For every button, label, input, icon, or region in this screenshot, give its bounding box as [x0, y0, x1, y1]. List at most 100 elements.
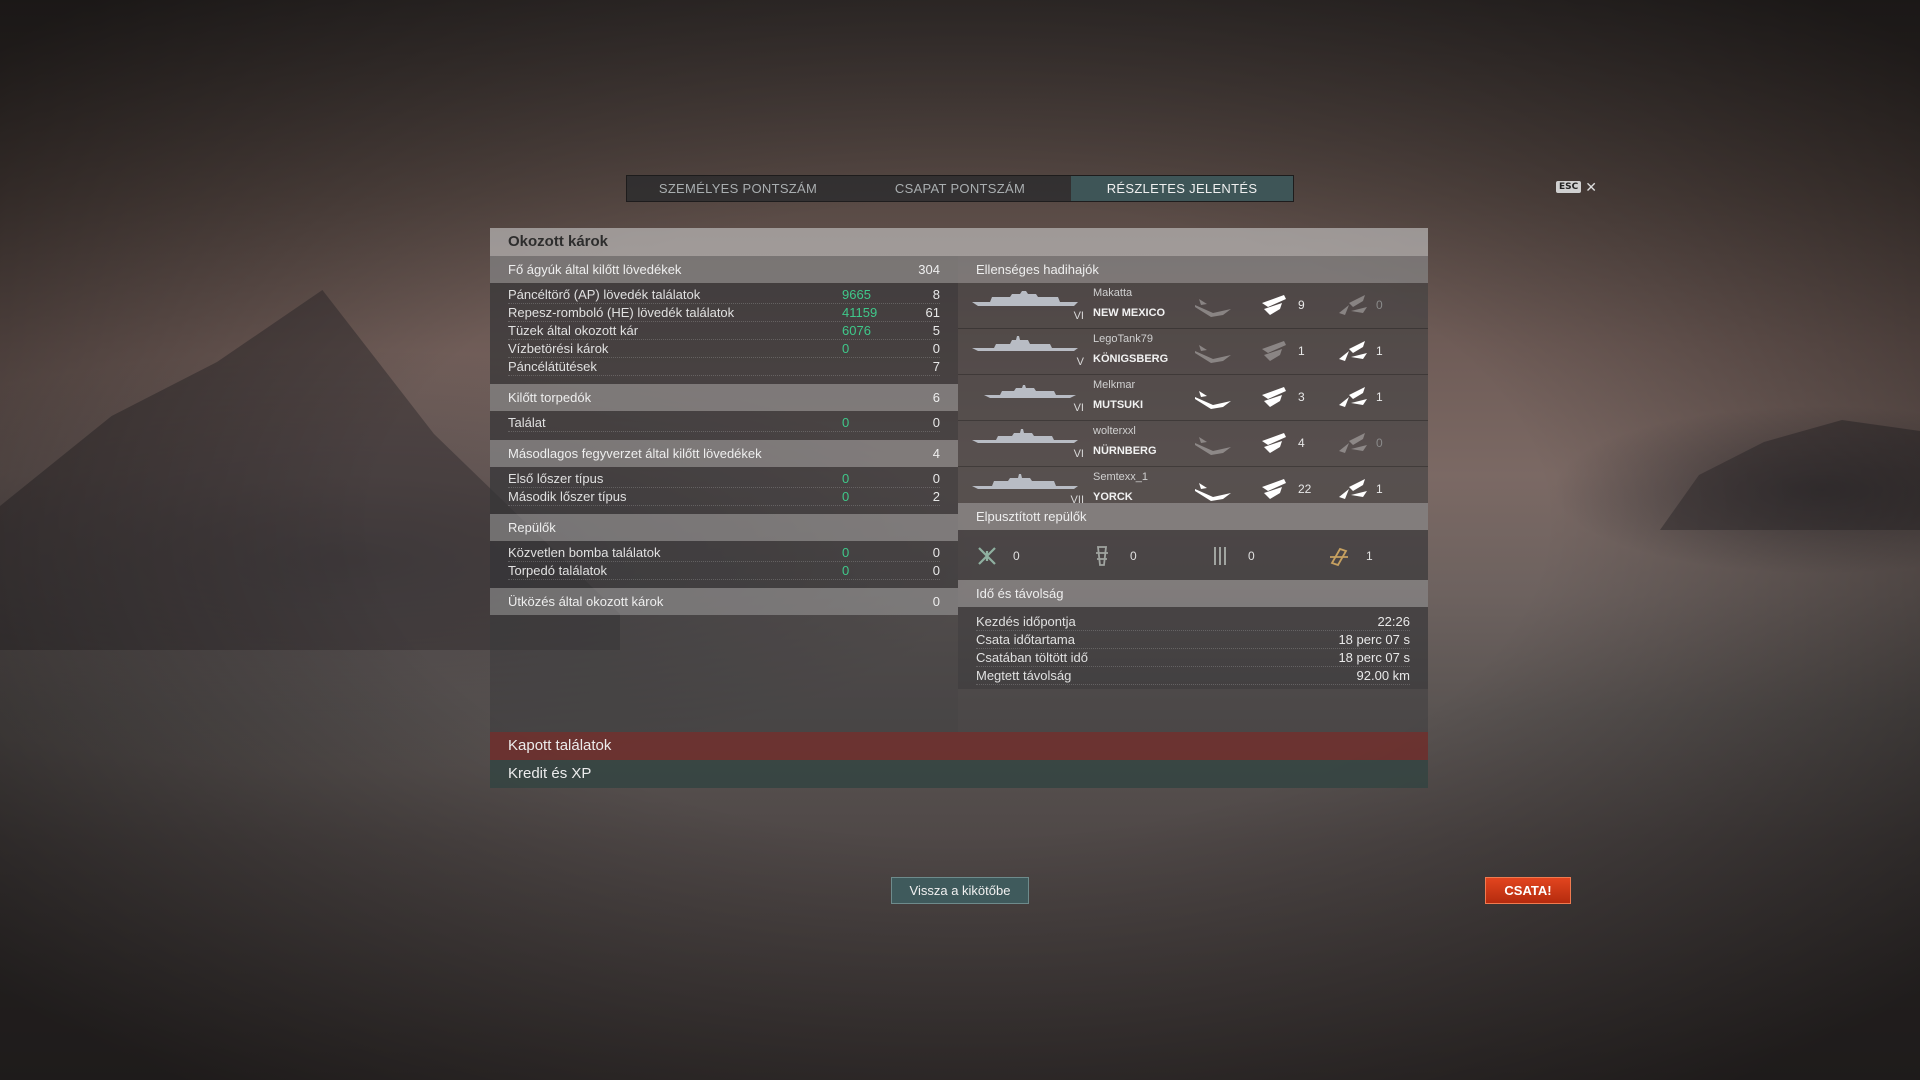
- stat-count: 2: [932, 489, 940, 504]
- ship-name: NÜRNBERG: [1093, 445, 1157, 457]
- time-value: 18 perc 07 s: [1338, 650, 1410, 665]
- time-label: Megtett távolság: [976, 668, 1072, 683]
- cruiser-silhouette-icon: [972, 474, 1078, 489]
- ship-name: KÖNIGSBERG: [1093, 353, 1169, 365]
- esc-key-badge: ESC: [1556, 181, 1582, 193]
- fire-count: 1: [1376, 344, 1383, 358]
- tab-detailed-report[interactable]: RÉSZLETES JELENTÉS: [1071, 176, 1293, 201]
- ship-player-name: wolterxxl: [1093, 425, 1136, 437]
- stat-count: 5: [932, 323, 940, 338]
- tab-personal-score[interactable]: SZEMÉLYES PONTSZÁM: [627, 176, 849, 201]
- fire-ribbon-icon: [1339, 387, 1367, 407]
- hits-ribbon-icon: [1262, 295, 1286, 315]
- ship-tier: VII: [1070, 494, 1084, 503]
- stat-damage: 0: [842, 471, 850, 486]
- fire-ribbon-icon: [1339, 479, 1367, 499]
- ship-tier: VI: [1073, 448, 1084, 460]
- main-guns-header: Fő ágyúk által kilőtt lövedékek 304: [490, 256, 958, 283]
- sunk-ribbon-icon: [1195, 437, 1231, 455]
- close-icon: ✕: [1585, 179, 1597, 195]
- stat-damage: 0: [842, 563, 850, 578]
- return-to-port-button[interactable]: Vissza a kikötőbe: [891, 877, 1029, 904]
- hits-count: 3: [1298, 390, 1305, 404]
- main-guns-count: 304: [918, 262, 940, 277]
- stat-row: Első lőszer típus 0 0: [508, 470, 940, 488]
- stat-row: Páncélátütések 7: [508, 358, 940, 376]
- stat-label: Első lőszer típus: [508, 471, 604, 486]
- enemy-ship-row: VI wolterxxl NÜRNBERG 4 0: [958, 421, 1428, 467]
- planes-label: Repülők: [508, 520, 556, 535]
- ship-tier: VI: [1073, 310, 1084, 322]
- destroyed-planes-label: Elpusztított repülők: [976, 509, 1087, 524]
- enemy-ship-row: VI Melkmar MUTSUKI 3 1: [958, 375, 1428, 421]
- hits-ribbon-icon: [1262, 387, 1286, 407]
- battleship-silhouette-icon: [972, 291, 1078, 306]
- tab-team-score[interactable]: CSAPAT PONTSZÁM: [849, 176, 1071, 201]
- time-distance-header: Idő és távolság: [958, 580, 1428, 607]
- enemy-ship-row: V LegoTank79 KÖNIGSBERG 1 1: [958, 329, 1428, 375]
- stat-damage: 41159: [842, 305, 878, 320]
- destroyed-fighters-count: 0: [1013, 549, 1020, 563]
- main-guns-body: Páncéltörő (AP) lövedék találatok 9665 8…: [490, 283, 958, 384]
- time-row: Kezdés időpontja 22:26: [976, 613, 1410, 631]
- stat-row: Páncéltörő (AP) lövedék találatok 9665 8: [508, 286, 940, 304]
- stat-label: Második lőszer típus: [508, 489, 627, 504]
- ship-tier: V: [1076, 356, 1084, 368]
- destroyed-planes-header: Elpusztított repülők: [958, 503, 1428, 530]
- stat-label: Tüzek által okozott kár: [508, 323, 639, 338]
- stat-damage: 0: [842, 341, 850, 356]
- stat-row: Torpedó találatok 0 0: [508, 562, 940, 580]
- time-row: Csata időtartama 18 perc 07 s: [976, 631, 1410, 649]
- ship-player-name: Semtexx_1: [1093, 471, 1149, 483]
- enemy-ships-list[interactable]: VI Makatta NEW MEXICO 9 0 V LegoTank79 K…: [958, 283, 1428, 503]
- time-value: 92.00 km: [1356, 668, 1410, 683]
- dive-bomber-icon: [1214, 547, 1226, 565]
- received-hits-bar[interactable]: Kapott találatok: [490, 732, 1428, 760]
- hits-ribbon-icon: [1262, 479, 1286, 499]
- time-value: 22:26: [1377, 614, 1410, 629]
- credits-xp-bar[interactable]: Kredit és XP: [490, 760, 1428, 788]
- fire-ribbon-icon: [1339, 433, 1367, 453]
- enemy-ships-label: Ellenséges hadihajók: [976, 262, 1099, 277]
- torpedoes-body: Találat 0 0: [490, 411, 958, 440]
- stat-row: Tüzek által okozott kár 6076 5: [508, 322, 940, 340]
- stat-damage: 0: [842, 545, 850, 560]
- fire-count: 0: [1376, 436, 1383, 450]
- enemy-ship-row: VII Semtexx_1 YORCK 22 1: [958, 467, 1428, 503]
- stat-label: Páncéltörő (AP) lövedék találatok: [508, 287, 701, 302]
- spotter-plane-icon: [1330, 547, 1348, 567]
- stat-damage: 0: [842, 415, 850, 430]
- stat-count: 0: [932, 471, 940, 486]
- sunk-ribbon-icon: [1195, 391, 1231, 409]
- stat-label: Közvetlen bomba találatok: [508, 545, 661, 560]
- enemy-ship-row: VI Makatta NEW MEXICO 9 0: [958, 283, 1428, 329]
- fighter-plane-icon: [978, 547, 996, 565]
- stat-count: 7: [932, 359, 940, 374]
- stat-count: 0: [932, 545, 940, 560]
- close-button[interactable]: ESC ✕: [1556, 180, 1597, 194]
- hits-count: 9: [1298, 298, 1305, 312]
- ship-player-name: Makatta: [1093, 287, 1133, 299]
- ship-name: YORCK: [1093, 491, 1133, 503]
- detailed-report-panel: Okozott károk Fő ágyúk által kilőtt löve…: [490, 228, 1428, 788]
- secondary-header: Másodlagos fegyverzet által kilőtt löved…: [490, 440, 958, 467]
- time-row: Csatában töltött idő 18 perc 07 s: [976, 649, 1410, 667]
- secondary-label: Másodlagos fegyverzet által kilőtt löved…: [508, 446, 762, 461]
- sunk-ribbon-icon: [1195, 299, 1231, 317]
- stat-count: 61: [925, 305, 940, 320]
- stat-damage: 6076: [842, 323, 871, 338]
- stat-count: 0: [932, 415, 940, 430]
- hits-count: 22: [1298, 482, 1312, 496]
- destroyed-spotter-count: 1: [1366, 549, 1373, 563]
- results-tabs: SZEMÉLYES PONTSZÁM CSAPAT PONTSZÁM RÉSZL…: [626, 175, 1294, 202]
- time-label: Kezdés időpontja: [976, 614, 1076, 629]
- battle-button[interactable]: CSATA!: [1485, 877, 1571, 904]
- destroyed-planes-body: 0 0 0 1: [958, 530, 1428, 580]
- destroyed-dive-bombers-count: 0: [1248, 549, 1255, 563]
- fire-count: 1: [1376, 482, 1383, 496]
- damage-column: Fő ágyúk által kilőtt lövedékek 304 Pánc…: [490, 256, 958, 732]
- stat-label: Vízbetörési károk: [508, 341, 609, 356]
- fire-ribbon-icon: [1339, 341, 1367, 361]
- background-island: [1660, 420, 1920, 530]
- sunk-ribbon-icon: [1195, 345, 1231, 363]
